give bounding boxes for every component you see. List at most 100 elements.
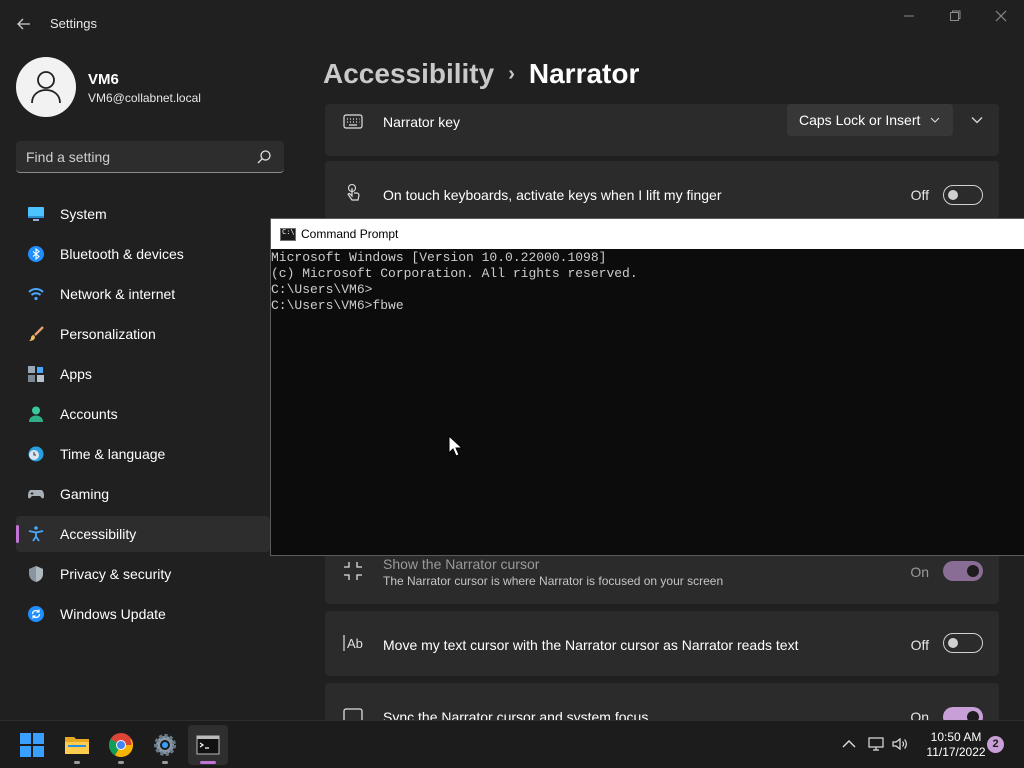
system-clock[interactable]: 10:50 AM 11/17/2022 [916,730,996,760]
gamepad-icon [28,490,44,499]
console-line: C:\Users\VM6>fbwe [271,298,404,313]
show-cursor-toggle[interactable] [943,561,983,581]
cmd-title-bar[interactable]: C:\ Command Prompt [271,219,1024,249]
globe-clock-icon [28,446,44,462]
sidebar-item-label: Windows Update [60,606,166,622]
sidebar-item-gaming[interactable]: Gaming [16,476,270,512]
cmd-window-title: Command Prompt [301,227,399,241]
update-icon [28,606,44,622]
setting-description: The Narrator cursor is where Narrator is… [383,574,724,588]
minimize-button[interactable] [891,6,927,28]
sidebar-item-label: Bluetooth & devices [60,246,184,262]
shield-icon [29,566,43,582]
settings-button[interactable] [145,725,185,765]
brush-icon [29,326,44,341]
start-icon [20,733,44,757]
toggle-state-label: Off [910,637,929,653]
app-title: Settings [50,16,97,31]
user-name: VM6 [88,71,119,88]
search-icon[interactable] [256,149,272,165]
minimize-icon [904,15,914,17]
apps-icon [28,366,44,382]
chevron-down-icon [930,117,940,123]
bluetooth-icon [28,246,44,262]
file-explorer-button[interactable] [57,725,97,765]
toggle-state-label: Off [910,187,929,203]
text-cursor-icon: Ab [343,635,363,651]
running-indicator [200,761,216,764]
touch-keyboard-toggle[interactable] [943,185,983,205]
sync-focus-toggle[interactable] [943,707,983,720]
command-prompt-icon: C:\ [280,228,296,241]
maximize-button[interactable] [937,6,973,28]
sidebar-item-time-language[interactable]: Time & language [16,436,270,472]
move-text-cursor-toggle[interactable] [943,633,983,653]
cmd-icon-text: C:\ [282,228,295,236]
svg-text:Ab: Ab [347,636,363,651]
person-icon [31,71,61,104]
setting-title: On touch keyboards, activate keys when I… [383,187,722,203]
setting-move-text-cursor: Ab Move my text cursor with the Narrator… [325,611,999,676]
sidebar-item-label: Apps [60,366,92,382]
sidebar-item-apps[interactable]: Apps [16,356,270,392]
chrome-button[interactable] [101,725,141,765]
avatar[interactable] [16,57,76,117]
sidebar-item-label: System [60,206,107,222]
console-line: Microsoft Windows [Version 10.0.22000.10… [271,250,607,265]
monitor-icon [28,207,44,221]
mouse-pointer-icon [448,435,462,457]
user-email: VM6@collabnet.local [88,91,201,105]
command-prompt-taskbar-button[interactable] [188,725,228,765]
close-button[interactable] [983,6,1019,28]
notification-badge[interactable]: 2 [987,736,1004,753]
arrow-left-icon [17,18,30,30]
running-indicator [74,761,80,764]
back-button[interactable] [12,12,36,36]
user-profile[interactable]: VM6 VM6@collabnet.local [16,57,286,117]
clock-time: 10:50 AM [930,730,982,744]
sidebar-item-bluetooth[interactable]: Bluetooth & devices [16,236,270,272]
toggle-state-label: On [910,564,929,580]
cmd-console-output[interactable]: Microsoft Windows [Version 10.0.22000.10… [271,250,1024,550]
start-button[interactable] [12,725,52,765]
sidebar-item-label: Accounts [60,406,118,422]
taskbar: 10:50 AM 11/17/2022 2 [0,720,1024,768]
sidebar-item-privacy-security[interactable]: Privacy & security [16,556,270,592]
file-explorer-icon [65,737,89,754]
volume-icon[interactable] [891,735,909,753]
chevron-up-icon[interactable] [840,735,858,753]
clock-date: 11/17/2022 [926,745,986,759]
sidebar-item-windows-update[interactable]: Windows Update [16,596,270,632]
sidebar-item-accessibility[interactable]: Accessibility [16,516,270,552]
close-icon [995,10,1007,22]
toggle-state-label: On [910,709,929,720]
touch-hand-icon [347,183,360,201]
chevron-down-icon[interactable] [969,112,985,128]
cursor-focus-icon [344,562,362,580]
breadcrumb-separator: › [508,63,515,85]
page-title: Narrator [528,58,640,89]
network-icon[interactable] [867,735,885,753]
setting-narrator-key: Narrator key Caps Lock or Insert [325,104,999,156]
sidebar-item-personalization[interactable]: Personalization [16,316,270,352]
narrator-key-dropdown[interactable]: Caps Lock or Insert [787,104,953,136]
search-box[interactable] [16,141,284,173]
breadcrumb-parent[interactable]: Accessibility [323,58,494,89]
focus-square-icon [343,708,363,720]
search-input[interactable] [26,148,246,166]
dropdown-selected-value: Caps Lock or Insert [799,112,921,128]
sidebar-item-label: Privacy & security [60,566,172,582]
settings-gear-icon [154,734,176,756]
setting-title: Move my text cursor with the Narrator cu… [383,637,799,653]
console-line: C:\Users\VM6> [271,282,373,297]
wifi-icon [28,288,44,301]
sidebar-item-network[interactable]: Network & internet [16,276,270,312]
setting-title: Sync the Narrator cursor and system focu… [383,709,649,720]
console-line: (c) Microsoft Corporation. All rights re… [271,266,638,281]
setting-sync-cursor-focus: Sync the Narrator cursor and system focu… [325,683,999,720]
sidebar-item-system[interactable]: System [16,196,270,232]
sidebar-item-label: Gaming [60,486,110,502]
sidebar-item-label: Network & internet [60,286,176,302]
sidebar-item-accounts[interactable]: Accounts [16,396,270,432]
command-prompt-window[interactable]: C:\ Command Prompt Microsoft Windows [Ve… [270,218,1024,556]
